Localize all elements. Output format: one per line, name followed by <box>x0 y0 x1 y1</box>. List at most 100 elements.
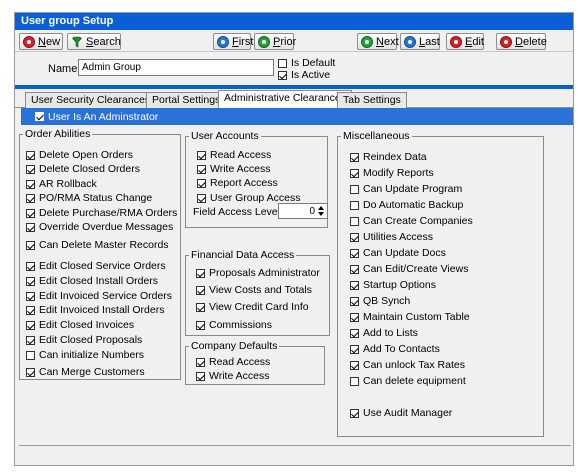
checkbox-row[interactable]: Delete Open Orders <box>26 149 133 161</box>
checkbox-label: Modify Reports <box>363 167 434 179</box>
checkbox-row[interactable]: Can Delete Master Records <box>26 239 169 251</box>
checkbox-row[interactable]: Edit Closed Proposals <box>26 334 142 346</box>
checkbox-row[interactable]: AR Rollback <box>26 178 97 190</box>
first-button[interactable]: First <box>213 33 253 50</box>
tab-administrative-clearances[interactable]: Administrative Clearances <box>218 90 352 109</box>
spin-down-icon <box>318 212 324 216</box>
prior-button[interactable]: Prior <box>254 33 296 50</box>
user-group-setup-window: User group Setup New Search First Prior … <box>14 12 574 466</box>
checkbox-row[interactable]: Edit Invoiced Service Orders <box>26 290 172 302</box>
delete-button[interactable]: Delete <box>496 33 547 50</box>
checkbox-box <box>350 408 359 418</box>
checkbox-box <box>26 222 35 232</box>
checkbox-row[interactable]: Can initialize Numbers <box>26 349 144 361</box>
tab-user-security-clearances[interactable]: User Security Clearances <box>25 92 157 108</box>
user-accounts-group: User Accounts Read Access Write Access Rep… <box>185 130 328 228</box>
checkbox-box <box>26 150 35 160</box>
checkbox-row[interactable]: Commissions <box>196 319 272 331</box>
checkbox-row[interactable]: Write Access <box>196 370 270 382</box>
checkbox-label: Can Update Program <box>363 183 463 195</box>
checkbox-row[interactable]: PO/RMA Status Change <box>26 192 152 204</box>
last-button[interactable]: Last <box>400 33 440 50</box>
name-bar: Name Is Default Is Active <box>15 53 573 85</box>
checkbox-label: View Costs and Totals <box>209 284 312 296</box>
bottom-divider <box>19 445 571 446</box>
checkbox-label: Can delete equipment <box>363 375 466 387</box>
toolbar: New Search First Prior Next Last Edit De… <box>15 30 573 52</box>
checkbox-row[interactable]: Report Access <box>197 177 278 189</box>
checkbox-box <box>26 291 35 301</box>
checkbox-row[interactable]: Edit Invoiced Install Orders <box>26 304 164 316</box>
checkbox-label: AR Rollback <box>39 178 97 190</box>
checkbox-label: Override Overdue Messages <box>39 221 174 233</box>
checkbox-row[interactable]: Maintain Custom Table <box>350 311 470 323</box>
checkbox-label: Read Access <box>209 356 271 368</box>
checkbox-row[interactable]: Modify Reports <box>350 167 434 179</box>
checkbox-row[interactable]: Proposals Administrator <box>196 267 320 279</box>
checkbox-row[interactable]: Delete Purchase/RMA Orders <box>26 207 177 219</box>
checkbox-row[interactable]: Can Create Companies <box>350 215 473 227</box>
checkbox-row[interactable]: Can delete equipment <box>350 375 466 387</box>
checkbox-row[interactable]: Delete Closed Orders <box>26 163 140 175</box>
checkbox-box <box>196 285 205 295</box>
checkbox-box <box>196 371 205 381</box>
checkbox-row[interactable]: Can unlock Tax Rates <box>350 359 465 371</box>
checkbox-box <box>350 184 359 194</box>
checkbox-row[interactable]: Can Merge Customers <box>26 366 145 378</box>
checkbox-row[interactable]: Read Access <box>196 356 270 368</box>
edit-button[interactable]: Edit <box>446 33 484 50</box>
checkbox-row[interactable]: Can Update Program <box>350 183 462 195</box>
checkbox-box <box>350 216 359 226</box>
checkbox-label: Edit Closed Service Orders <box>39 260 166 272</box>
checkbox-row[interactable]: Do Automatic Backup <box>350 199 463 211</box>
is-default-checkbox[interactable]: Is Default <box>278 57 335 69</box>
checkbox-row[interactable]: Edit Closed Install Orders <box>26 275 158 287</box>
checkbox-box <box>197 150 206 160</box>
edit-icon <box>450 35 462 48</box>
group-title: Miscellaneous <box>341 130 412 142</box>
checkbox-row[interactable]: Read Access <box>197 149 271 161</box>
checkbox-row[interactable]: Can Update Docs <box>350 247 446 259</box>
checkbox-row[interactable]: QB Synch <box>350 295 410 307</box>
checkbox-label: Can unlock Tax Rates <box>363 359 465 371</box>
checkbox-box <box>350 200 359 210</box>
checkbox-row[interactable]: View Credit Card Info <box>196 301 309 313</box>
checkbox-box <box>26 261 35 271</box>
checkbox-row[interactable]: Edit Closed Invoices <box>26 319 134 331</box>
spinner-arrows[interactable] <box>318 204 326 218</box>
name-label: Name <box>48 63 78 75</box>
checkbox-row[interactable]: Startup Options <box>350 279 436 291</box>
is-active-checkbox[interactable]: Is Active <box>278 69 330 81</box>
checkbox-row[interactable]: Use Audit Manager <box>350 407 452 419</box>
checkbox-row[interactable]: Write Access <box>197 163 271 175</box>
checkbox-label: Can initialize Numbers <box>39 349 145 361</box>
checkbox-box <box>26 367 35 377</box>
checkbox-label: Do Automatic Backup <box>363 199 464 211</box>
checkbox-row[interactable]: Override Overdue Messages <box>26 221 173 233</box>
checkbox-box <box>197 164 206 174</box>
checkbox-label: Add to Lists <box>363 327 418 339</box>
checkbox-box <box>196 302 205 312</box>
tab-strip: User Security Clearances Portal Settings… <box>15 89 573 109</box>
checkbox-row[interactable]: Edit Closed Service Orders <box>26 260 166 272</box>
name-input[interactable] <box>78 59 274 76</box>
checkbox-row[interactable]: Add to Lists <box>350 327 418 339</box>
checkbox-row[interactable]: Add To Contacts <box>350 343 440 355</box>
checkbox-row[interactable]: View Costs and Totals <box>196 284 312 296</box>
company-defaults-group: Company Defaults Read Access Write Access <box>185 340 325 385</box>
checkbox-box <box>26 193 35 203</box>
admin-checkbox[interactable]: User Is An Adminstrator <box>21 108 573 125</box>
checkbox-label: Write Access <box>209 370 270 382</box>
next-button[interactable]: Next <box>357 33 399 50</box>
checkbox-label: Commissions <box>209 319 273 331</box>
checkbox-row[interactable]: Utilities Access <box>350 231 433 243</box>
tab-portal-settings[interactable]: Portal Settings <box>146 92 227 108</box>
checkbox-row[interactable]: Can Edit/Create Views <box>350 263 468 275</box>
checkbox-box <box>196 320 205 330</box>
search-button[interactable]: Search <box>67 33 121 50</box>
checkbox-label: Reindex Data <box>363 151 427 163</box>
new-button[interactable]: New <box>19 33 63 50</box>
checkbox-row[interactable]: Reindex Data <box>350 151 427 163</box>
checkbox-box <box>26 208 35 218</box>
tab-tab-settings[interactable]: Tab Settings <box>337 92 407 108</box>
